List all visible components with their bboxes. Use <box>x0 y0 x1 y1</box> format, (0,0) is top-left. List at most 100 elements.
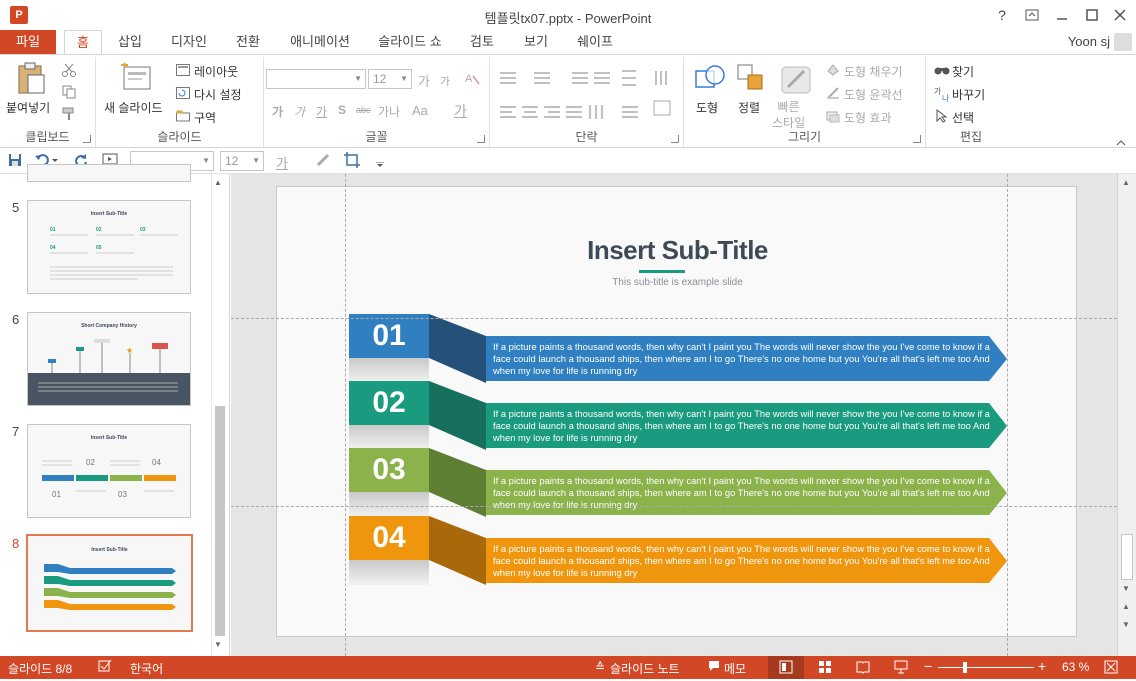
customize-qat-icon[interactable] <box>376 157 384 171</box>
list-number[interactable]: 01 <box>349 314 429 358</box>
replace-icon[interactable]: 가나 <box>934 86 950 105</box>
next-slide-icon[interactable]: ▼ <box>1122 620 1130 629</box>
quick-styles-icon[interactable] <box>780 65 812 98</box>
zoom-level[interactable]: 63 % <box>1062 660 1089 674</box>
cut-icon[interactable] <box>62 63 76 80</box>
paragraph-controls-icon[interactable] <box>496 69 676 129</box>
thumbnail-slide-5[interactable]: Insert Sub-Title 01 02 03 04 05 <box>27 200 191 294</box>
close-icon[interactable] <box>1108 4 1132 26</box>
shape-outline-icon[interactable] <box>826 86 840 103</box>
previous-slide-icon[interactable]: ▲ <box>1122 602 1130 611</box>
fit-to-window-icon[interactable] <box>1104 660 1118 677</box>
list-number[interactable]: 03 <box>349 448 429 492</box>
layout-icon[interactable] <box>176 64 190 79</box>
thumbnail-slide-6[interactable]: Short Company History ★ <box>27 312 191 406</box>
tab-transitions[interactable]: 전환 <box>228 30 268 54</box>
grow-font-button[interactable]: 가 <box>418 71 430 90</box>
reading-view-icon[interactable] <box>856 660 870 677</box>
comments-button[interactable]: 메모 <box>724 660 746 677</box>
list-item[interactable]: 02 If a picture paints a thousand words, … <box>349 381 1009 450</box>
list-item[interactable]: 01 If a picture paints a thousand words, … <box>349 314 1009 383</box>
list-number[interactable]: 04 <box>349 516 429 560</box>
shape-outline-button[interactable]: 도형 윤곽선 <box>844 86 903 103</box>
strikethrough-icon[interactable]: abc <box>356 105 371 115</box>
format-painter-qat-icon[interactable] <box>316 153 332 170</box>
slideshow-view-icon[interactable] <box>894 660 908 677</box>
tab-review[interactable]: 검토 <box>462 30 502 54</box>
replace-button[interactable]: 바꾸기 <box>952 86 985 103</box>
thumbnail-scrollbar[interactable]: ▲ ▼ <box>211 174 227 656</box>
tab-insert[interactable]: 삽입 <box>110 30 150 54</box>
thumbnail-partial[interactable] <box>27 164 191 182</box>
scroll-up-icon[interactable]: ▲ <box>214 178 222 187</box>
clear-formatting-icon[interactable]: A <box>464 71 480 88</box>
section-icon[interactable] <box>176 110 190 125</box>
slide-thumbnail-pane[interactable]: 5 Insert Sub-Title 01 02 03 04 05 6 Short Co… <box>0 164 230 656</box>
collapse-ribbon-icon[interactable] <box>1116 135 1126 149</box>
shape-fill-icon[interactable] <box>826 63 840 80</box>
shadow-button[interactable]: S <box>338 103 346 117</box>
zoom-out-icon[interactable]: − <box>924 658 932 674</box>
list-item[interactable]: 04 If a picture paints a thousand words, … <box>349 516 1009 585</box>
tab-home[interactable]: 홈 <box>64 30 102 54</box>
arrange-icon[interactable] <box>736 63 766 98</box>
editor-scroll-down-icon[interactable]: ▼ <box>1122 584 1130 593</box>
new-slide-icon[interactable] <box>120 61 152 96</box>
zoom-slider-thumb[interactable] <box>963 662 967 673</box>
shape-effects-button[interactable]: 도형 효과 <box>844 109 892 126</box>
save-icon[interactable] <box>8 153 22 170</box>
qat-font-size-combo[interactable]: 12 ▼ <box>220 151 264 171</box>
avatar[interactable] <box>1114 33 1132 51</box>
zoom-in-icon[interactable]: + <box>1038 658 1046 674</box>
select-cursor-icon[interactable] <box>936 108 948 126</box>
bold-button[interactable]: 가 <box>272 103 283 120</box>
list-item-text[interactable]: If a picture paints a thousand words, th… <box>493 408 993 444</box>
help-button[interactable]: ? <box>990 4 1014 26</box>
format-painter-icon[interactable] <box>62 107 76 124</box>
tab-shape[interactable]: 쉐이프 <box>570 30 620 54</box>
reset-button[interactable]: 다시 설정 <box>194 86 242 103</box>
crop-icon[interactable] <box>344 152 360 171</box>
underline-button[interactable]: 가 <box>316 103 327 120</box>
slide-subtitle[interactable]: This sub-title is example slide <box>277 277 1078 288</box>
tab-view[interactable]: 보기 <box>516 30 556 54</box>
notes-button[interactable]: 슬라이드 노트 <box>610 660 680 677</box>
thumbnail-scroll-thumb[interactable] <box>215 406 225 636</box>
user-name[interactable]: Yoon sj <box>1068 34 1110 49</box>
tab-animations[interactable]: 애니메이션 <box>282 30 358 54</box>
list-number[interactable]: 02 <box>349 381 429 425</box>
shrink-font-button[interactable]: 가 <box>440 73 450 89</box>
thumbnail-slide-8[interactable]: Insert Sub-Title <box>26 534 193 632</box>
editor-scroll-up-icon[interactable]: ▲ <box>1122 178 1130 187</box>
normal-view-button[interactable] <box>768 656 804 679</box>
clipboard-launcher-icon[interactable] <box>83 135 91 143</box>
select-button[interactable]: 선택 <box>952 109 974 126</box>
editor-scroll-thumb[interactable] <box>1121 534 1133 580</box>
spelling-check-icon[interactable] <box>98 659 112 676</box>
tab-file[interactable]: 파일 <box>0 30 56 54</box>
paste-button[interactable]: 붙여넣기 <box>6 99 50 116</box>
zoom-slider[interactable] <box>938 667 1034 668</box>
editor-scrollbar[interactable]: ▲ ▼ ▲ ▼ <box>1117 174 1136 656</box>
arrange-button[interactable]: 정렬 <box>738 99 760 116</box>
paste-icon[interactable] <box>16 61 46 98</box>
paragraph-launcher-icon[interactable] <box>671 135 679 143</box>
font-size-combo[interactable]: 12 ▼ <box>368 69 412 89</box>
list-item-text[interactable]: If a picture paints a thousand words, th… <box>493 341 993 377</box>
find-button[interactable]: 찾기 <box>952 63 974 80</box>
notes-icon[interactable]: ≙ <box>595 660 605 674</box>
comments-icon[interactable] <box>708 660 720 675</box>
new-slide-button[interactable]: 새 슬라이드 <box>104 99 163 116</box>
change-case-button[interactable]: Aa <box>412 103 428 118</box>
find-icon[interactable] <box>934 63 950 80</box>
reset-icon[interactable] <box>176 87 190 102</box>
tab-slideshow[interactable]: 슬라이드 쇼 <box>372 30 448 54</box>
minimize-icon[interactable] <box>1050 4 1074 26</box>
thumbnail-slide-7[interactable]: Insert Sub-Title 02 04 01 03 <box>27 424 191 518</box>
char-spacing-button[interactable]: 가나 <box>378 103 400 120</box>
shape-fill-button[interactable]: 도형 채우기 <box>844 63 903 80</box>
shapes-icon[interactable] <box>694 63 726 98</box>
scroll-down-icon[interactable]: ▼ <box>214 640 222 649</box>
ribbon-display-options-icon[interactable] <box>1020 4 1044 26</box>
italic-button[interactable]: 가 <box>294 103 305 120</box>
